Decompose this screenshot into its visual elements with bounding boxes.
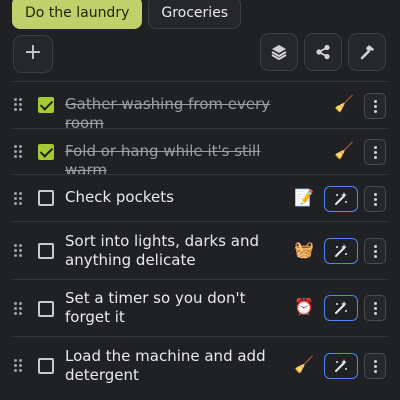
hammer-icon xyxy=(360,45,374,60)
more-options-button[interactable] xyxy=(364,186,386,212)
drag-handle-icon[interactable] xyxy=(14,302,23,316)
item-checkbox[interactable] xyxy=(38,97,54,113)
list-item: Sort into lights, darks and anything del… xyxy=(12,221,388,279)
alarm-clock-icon: ⏰ xyxy=(294,297,314,316)
magic-wand-button[interactable] xyxy=(324,295,358,321)
add-item-button[interactable]: + xyxy=(13,35,53,73)
layers-button[interactable] xyxy=(260,33,298,71)
share-button[interactable] xyxy=(304,33,342,71)
list-item: Fold or hang while it's still warm 🧹 xyxy=(12,128,388,179)
item-checkbox[interactable] xyxy=(38,144,54,160)
tab-groceries[interactable]: Groceries xyxy=(148,0,242,29)
item-checkbox[interactable] xyxy=(38,190,54,206)
magic-wand-icon xyxy=(335,192,347,205)
item-text: Check pockets xyxy=(65,188,174,206)
drag-handle-icon[interactable] xyxy=(14,145,23,159)
more-options-button[interactable] xyxy=(364,295,386,321)
item-text: Load the machine and add detergent xyxy=(65,347,266,384)
plus-icon: + xyxy=(23,40,43,65)
drag-handle-icon[interactable] xyxy=(14,244,23,258)
magic-wand-icon xyxy=(335,359,347,372)
tab-do-the-laundry[interactable]: Do the laundry xyxy=(12,0,143,29)
hammer-button[interactable] xyxy=(348,33,386,71)
basket-icon: 🧺 xyxy=(294,240,314,259)
share-icon xyxy=(316,44,330,60)
magic-wand-icon xyxy=(335,244,347,257)
list-item: Set a timer so you don't forget it ⏰ xyxy=(12,279,388,336)
broom-icon: 🧹 xyxy=(334,94,354,113)
drag-handle-icon[interactable] xyxy=(14,192,23,206)
more-options-button[interactable] xyxy=(364,238,386,264)
broom-icon: 🧹 xyxy=(334,141,354,160)
memo-icon: 📝 xyxy=(294,188,314,207)
drag-handle-icon[interactable] xyxy=(14,359,23,373)
list-item: Gather washing from every room 🧹 xyxy=(12,81,388,132)
list-item: Check pockets 📝 xyxy=(12,174,388,221)
task-list: Gather washing from every room 🧹 Fold or… xyxy=(0,81,400,394)
drag-handle-icon[interactable] xyxy=(14,98,23,112)
magic-wand-button[interactable] xyxy=(324,186,358,212)
layers-icon xyxy=(271,45,287,60)
todo-app: Do the laundry Groceries + Gather washin… xyxy=(0,0,400,400)
item-text: Sort into lights, darks and anything del… xyxy=(65,232,259,269)
magic-wand-icon xyxy=(335,301,347,314)
more-options-button[interactable] xyxy=(364,139,386,165)
list-item: Load the machine and add detergent 🧹 xyxy=(12,336,388,394)
magic-wand-button[interactable] xyxy=(324,353,358,379)
magic-wand-button[interactable] xyxy=(324,238,358,264)
item-checkbox[interactable] xyxy=(38,358,54,374)
item-checkbox[interactable] xyxy=(38,301,54,317)
item-checkbox[interactable] xyxy=(38,243,54,259)
more-options-button[interactable] xyxy=(364,93,386,119)
broom-icon: 🧹 xyxy=(294,355,314,374)
list-tabs: Do the laundry Groceries xyxy=(12,0,242,29)
more-options-button[interactable] xyxy=(364,353,386,379)
item-text: Set a timer so you don't forget it xyxy=(65,289,246,326)
